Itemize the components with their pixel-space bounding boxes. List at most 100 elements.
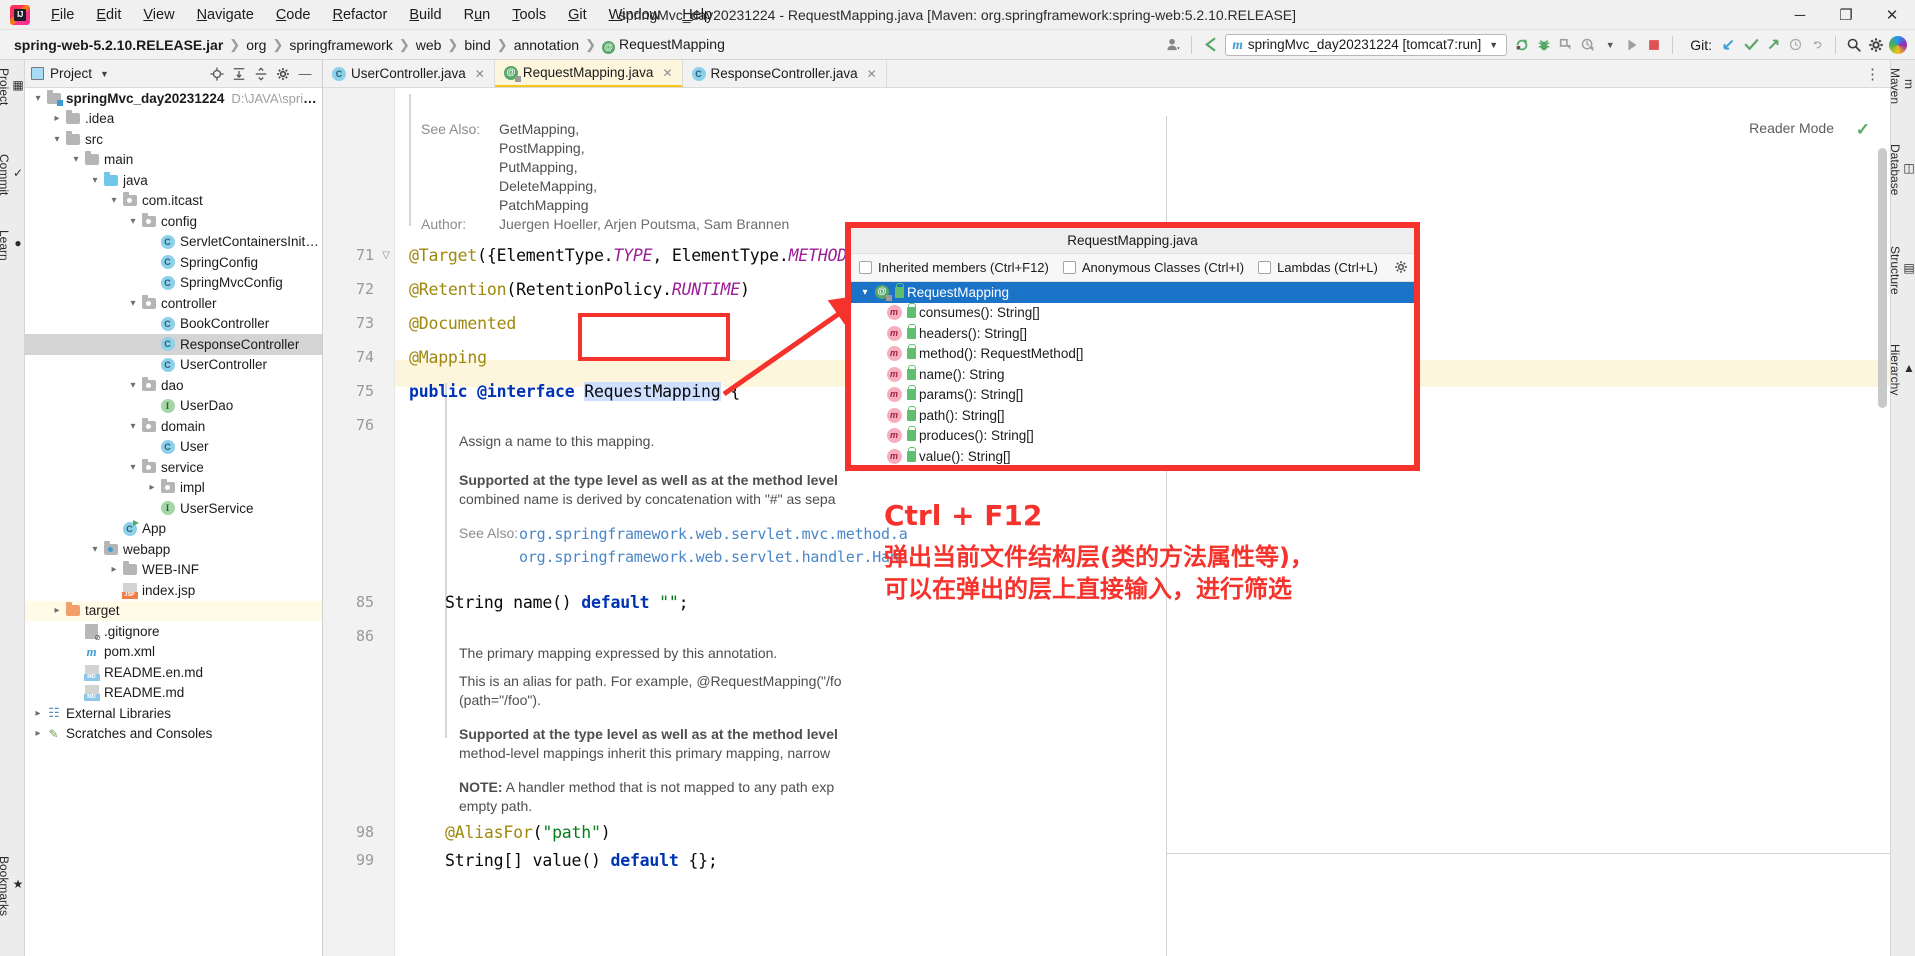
chevron-down-icon[interactable]: ▼ bbox=[1599, 34, 1621, 56]
tree-item-main[interactable]: ▾ main bbox=[25, 150, 322, 171]
tree-item-web-inf[interactable]: ▸ WEB-INF bbox=[25, 560, 322, 581]
checkbox-box[interactable] bbox=[859, 261, 872, 274]
javadoc-see-also-1[interactable]: PostMapping, bbox=[499, 140, 585, 156]
tree-item-index-jsp[interactable]: ▸ index.jsp bbox=[25, 580, 322, 601]
javadoc-see-also-4[interactable]: PatchMapping bbox=[499, 197, 589, 213]
checkbox-inherited-members[interactable]: Inherited members (Ctrl+F12) bbox=[859, 260, 1049, 275]
tree-item-java[interactable]: ▾ java bbox=[25, 170, 322, 191]
inspection-ok-icon[interactable]: ✓ bbox=[1856, 120, 1870, 140]
editor-tabs-more-icon[interactable]: ⋮ bbox=[1855, 60, 1890, 87]
tree-item-user[interactable]: ▸C User bbox=[25, 437, 322, 458]
chevron-down-icon[interactable]: ▾ bbox=[126, 421, 140, 432]
settings-gear-icon[interactable] bbox=[272, 63, 294, 85]
menu-code[interactable]: Code bbox=[265, 3, 322, 27]
structure-member-value[interactable]: m value(): String[] bbox=[851, 446, 1414, 467]
breadcrumb-item-requestmapping[interactable]: @ RequestMapping bbox=[598, 34, 729, 56]
chevron-down-icon[interactable]: ▾ bbox=[107, 195, 121, 206]
javadoc-see-also-2[interactable]: PutMapping, bbox=[499, 159, 578, 175]
tab-requestmapping[interactable]: @ RequestMapping.java ✕ bbox=[494, 60, 683, 87]
structure-member-params[interactable]: m params(): String[] bbox=[851, 385, 1414, 406]
tab-responsecontroller[interactable]: C ResponseController.java ✕ bbox=[683, 60, 887, 87]
menu-build[interactable]: Build bbox=[398, 3, 452, 27]
tree-item-service[interactable]: ▾ service bbox=[25, 457, 322, 478]
gear-icon[interactable] bbox=[1394, 260, 1408, 277]
tree-item-springmvc-day20231224[interactable]: ▾ springMvc_day20231224 D:\JAVA\springM bbox=[25, 88, 322, 109]
menu-help[interactable]: Help bbox=[671, 3, 723, 27]
chevron-down-icon[interactable]: ▾ bbox=[50, 134, 64, 145]
rainbow-icon[interactable] bbox=[1887, 34, 1909, 56]
menu-window[interactable]: Window bbox=[598, 3, 672, 27]
chevron-right-icon[interactable]: ▸ bbox=[31, 708, 45, 719]
chevron-right-icon[interactable]: ▸ bbox=[50, 113, 64, 124]
tree-item-readme-md[interactable]: ▸ README.md bbox=[25, 683, 322, 704]
tree-item-app[interactable]: ▸CApp bbox=[25, 519, 322, 540]
structure-member-headers[interactable]: m headers(): String[] bbox=[851, 323, 1414, 344]
menu-view[interactable]: View bbox=[132, 3, 185, 27]
chevron-down-icon[interactable]: ▼ bbox=[100, 69, 109, 79]
close-icon[interactable]: ✕ bbox=[475, 67, 485, 81]
stop-icon[interactable] bbox=[1643, 34, 1665, 56]
tree-item-userservice[interactable]: ▸I UserService bbox=[25, 498, 322, 519]
expand-all-icon[interactable] bbox=[228, 63, 250, 85]
rollback-icon[interactable] bbox=[1806, 34, 1828, 56]
maximize-button[interactable]: ❐ bbox=[1823, 0, 1869, 30]
tree-item-idea[interactable]: ▸ .idea bbox=[25, 109, 322, 130]
rail-tab-database[interactable]: ◫ Database bbox=[1888, 138, 1915, 201]
run-configuration-selector[interactable]: m springMvc_day20231224 [tomcat7:run] ▼ bbox=[1225, 33, 1508, 56]
close-icon[interactable]: ✕ bbox=[867, 67, 877, 81]
tree-item-readme-en-md[interactable]: ▸ README.en.md bbox=[25, 662, 322, 683]
settings-gear-icon[interactable] bbox=[1865, 34, 1887, 56]
project-tree[interactable]: ▾ springMvc_day20231224 D:\JAVA\springM ▸ .i… bbox=[25, 88, 322, 956]
breadcrumb-item-bind[interactable]: bind bbox=[460, 35, 494, 55]
tree-item-springconfig[interactable]: ▸C SpringConfig bbox=[25, 252, 322, 273]
chevron-right-icon[interactable]: ▸ bbox=[50, 605, 64, 616]
tree-item-responsecontroller[interactable]: ▸C ResponseController bbox=[25, 334, 322, 355]
locate-icon[interactable] bbox=[206, 63, 228, 85]
tree-item-src[interactable]: ▾ src bbox=[25, 129, 322, 150]
tree-item-target[interactable]: ▸ target bbox=[25, 600, 322, 621]
breadcrumb-item-annotation[interactable]: annotation bbox=[510, 35, 583, 55]
tree-item-impl[interactable]: ▸ impl bbox=[25, 478, 322, 499]
menu-file[interactable]: File bbox=[40, 3, 85, 27]
doc-link-handler[interactable]: org.springframework.web.servlet.handler.… bbox=[519, 548, 908, 566]
chevron-down-icon[interactable]: ▾ bbox=[69, 154, 83, 165]
tree-item-config[interactable]: ▾ config bbox=[25, 211, 322, 232]
chevron-down-icon[interactable]: ▾ bbox=[126, 298, 140, 309]
tree-item-com-itcast[interactable]: ▾ com.itcast bbox=[25, 191, 322, 212]
commit-icon[interactable] bbox=[1740, 34, 1762, 56]
tree-item-servletcontainersinitcon[interactable]: ▸C ServletContainersInitCon bbox=[25, 232, 322, 253]
tree-item-userdao[interactable]: ▸I UserDao bbox=[25, 396, 322, 417]
menu-navigate[interactable]: Navigate bbox=[186, 3, 265, 27]
editor-gutter[interactable]: 71 ▽ 72 73 74 75 76 85 86 98 99 bbox=[323, 88, 395, 956]
chevron-right-icon[interactable]: ▸ bbox=[145, 482, 159, 493]
tab-usercontroller[interactable]: C UserController.java ✕ bbox=[323, 60, 495, 87]
tree-item-bookcontroller[interactable]: ▸C BookController bbox=[25, 314, 322, 335]
back-arrow-icon[interactable] bbox=[1199, 34, 1221, 56]
structure-member-method[interactable]: m method(): RequestMethod[] bbox=[851, 344, 1414, 365]
run-icon[interactable] bbox=[1621, 34, 1643, 56]
structure-member-name[interactable]: m name(): String bbox=[851, 364, 1414, 385]
chevron-down-icon[interactable]: ▾ bbox=[857, 287, 873, 298]
user-avatar-icon[interactable] bbox=[1162, 34, 1184, 56]
reader-mode-label[interactable]: Reader Mode bbox=[1749, 120, 1834, 136]
tree-item-dao[interactable]: ▾ dao bbox=[25, 375, 322, 396]
update-project-icon[interactable] bbox=[1718, 34, 1740, 56]
chevron-down-icon[interactable]: ▾ bbox=[88, 544, 102, 555]
doc-link-mvc-method[interactable]: org.springframework.web.servlet.mvc.meth… bbox=[519, 525, 908, 543]
push-icon[interactable] bbox=[1762, 34, 1784, 56]
structure-member-consumes[interactable]: m consumes(): String[] bbox=[851, 303, 1414, 324]
rail-tab-bookmarks[interactable]: ★ Bookmarks bbox=[0, 850, 25, 922]
menu-refactor[interactable]: Refactor bbox=[322, 3, 399, 27]
chevron-down-icon[interactable]: ▾ bbox=[126, 462, 140, 473]
history-icon[interactable] bbox=[1784, 34, 1806, 56]
minimize-button[interactable]: ─ bbox=[1777, 0, 1823, 30]
menu-run[interactable]: Run bbox=[453, 3, 502, 27]
file-structure-popup[interactable]: RequestMapping.java Inherited members (C… bbox=[845, 222, 1420, 471]
rail-tab-project[interactable]: ▦ Project bbox=[0, 62, 25, 111]
tree-item-external-libraries[interactable]: ▸ ☷ External Libraries bbox=[25, 703, 322, 724]
tree-item-scratches-and-consoles[interactable]: ▸ ✎ Scratches and Consoles bbox=[25, 724, 322, 745]
coverage-icon[interactable] bbox=[1555, 34, 1577, 56]
tree-item-usercontroller[interactable]: ▸C UserController bbox=[25, 355, 322, 376]
breadcrumb-item-springframework[interactable]: springframework bbox=[285, 35, 396, 55]
tree-item-pom-xml[interactable]: ▸m pom.xml bbox=[25, 642, 322, 663]
